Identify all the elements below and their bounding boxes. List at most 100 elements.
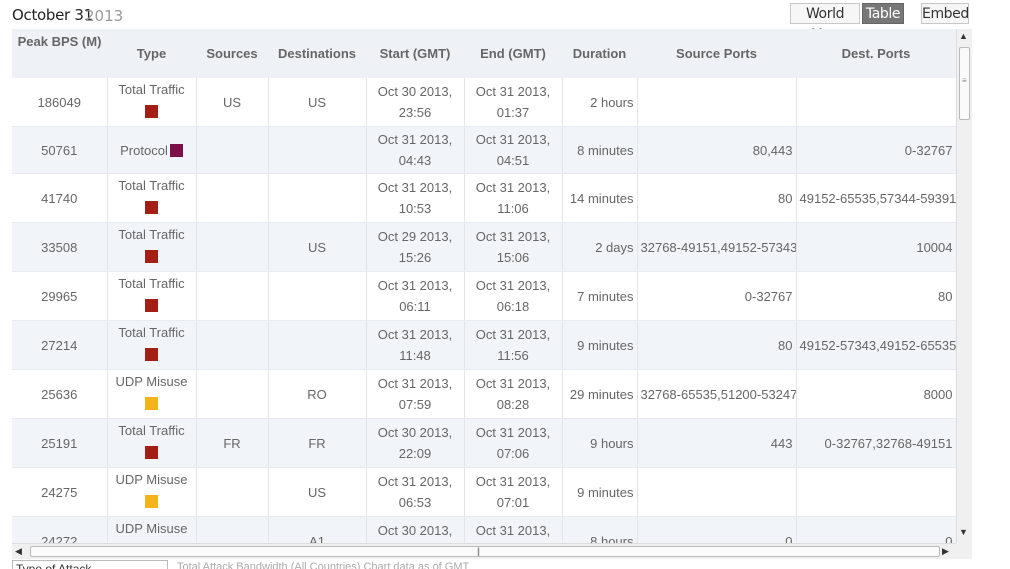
- col-header-duration[interactable]: Duration: [562, 29, 637, 78]
- cell-start: Oct 30 2013,23:03: [366, 516, 465, 543]
- cell-dest-ports: [796, 78, 956, 127]
- scroll-right-arrow-icon[interactable]: ▶: [942, 546, 949, 557]
- world-map-button[interactable]: World Map: [790, 3, 860, 43]
- cell-peak-bps: 25636: [12, 369, 108, 419]
- horizontal-scroll-thumb[interactable]: |||: [30, 546, 940, 557]
- cell-dest-ports: [796, 467, 956, 517]
- embed-button[interactable]: Embed: [921, 3, 969, 24]
- table-row[interactable]: 41740 Total Traffic Oct 31 2013, 10:53 Oct 3…: [12, 173, 956, 223]
- cell-destinations: FR: [268, 418, 367, 468]
- cell-type: Protocol: [107, 126, 197, 174]
- col-header-start[interactable]: Start (GMT): [366, 29, 464, 78]
- table-row[interactable]: 25191 Total Traffic FR FR Oct 30 2013, 22:09 O…: [12, 418, 956, 468]
- scroll-left-arrow-icon[interactable]: ◀: [15, 546, 22, 557]
- cell-peak-bps: 24272: [12, 516, 108, 543]
- type-color-swatch: [145, 298, 158, 312]
- header-bar: October 31 2013 World Map Table Embed: [0, 0, 1010, 43]
- cell-duration: 8 hours: [562, 516, 638, 543]
- cell-source-ports: 80: [637, 320, 797, 370]
- cell-type: Total Traffic: [107, 78, 197, 127]
- type-label: UDP Misuse: [115, 521, 188, 536]
- cell-duration: 2 hours: [562, 78, 638, 127]
- table-row[interactable]: 29965 Total Traffic Oct 31 2013, 06:11 Oct 3…: [12, 271, 956, 321]
- footer-bar: Type of Attack Total Attack Bandwidth (A…: [12, 560, 1002, 569]
- cell-end: Oct 31 2013, 15:06: [464, 222, 563, 272]
- cell-type: UDP Misuse: [107, 369, 197, 419]
- table-row[interactable]: 186049 Total Traffic US US Oct 30 2013, 23:56…: [12, 78, 956, 127]
- cell-destinations: US: [268, 222, 367, 272]
- type-color-swatch: [145, 200, 158, 214]
- cell-end: Oct 31 2013, 04:51: [464, 126, 563, 174]
- horizontal-scrollbar[interactable]: ◀ ||| ▶: [12, 543, 956, 559]
- cell-peak-bps: 50761: [12, 126, 108, 174]
- cell-start: Oct 31 2013, 07:59: [366, 369, 465, 419]
- cell-source-ports: 32768-49151,49152-57343: [637, 222, 797, 272]
- table-row[interactable]: 33508 Total Traffic US Oct 29 2013, 15:26 Oct…: [12, 222, 956, 272]
- type-color-swatch: [169, 143, 183, 157]
- type-color-swatch: [145, 249, 158, 263]
- cell-sources: [196, 369, 269, 419]
- cell-start: Oct 30 2013, 22:09: [366, 418, 465, 468]
- cell-start: Oct 31 2013, 04:43: [366, 126, 465, 174]
- cell-type: Total Traffic: [107, 173, 197, 223]
- cell-type: Total Traffic: [107, 222, 197, 272]
- type-label: UDP Misuse: [115, 374, 188, 389]
- table-row[interactable]: 24272 UDP Misuse A1Oct 30 2013,23:03Oct 31…: [12, 516, 956, 543]
- table-row[interactable]: 25636 UDP Misuse RO Oct 31 2013, 07:59 Oct 31…: [12, 369, 956, 419]
- cell-duration: 2 days: [562, 222, 638, 272]
- cell-start: Oct 31 2013, 11:48: [366, 320, 465, 370]
- type-color-swatch: [145, 347, 158, 361]
- attack-type-select[interactable]: Type of Attack: [12, 560, 168, 569]
- type-color-swatch: [145, 104, 158, 118]
- col-header-source-ports[interactable]: Source Ports: [637, 29, 796, 78]
- col-header-destinations[interactable]: Destinations: [268, 29, 366, 78]
- cell-duration: 9 minutes: [562, 467, 638, 517]
- col-header-type[interactable]: Type: [107, 29, 196, 78]
- col-header-dest-ports[interactable]: Dest. Ports: [796, 29, 956, 78]
- cell-destinations: [268, 320, 367, 370]
- vertical-scroll-thumb[interactable]: ≡: [959, 47, 970, 120]
- table-row[interactable]: 24275 UDP Misuse US Oct 31 2013, 06:53 Oct 31…: [12, 467, 956, 517]
- cell-type: UDP Misuse: [107, 516, 197, 543]
- table-header-row: Peak BPS (M) Type Sources Destinations S…: [12, 29, 956, 78]
- table-body: 186049 Total Traffic US US Oct 30 2013, 23:56…: [12, 78, 956, 543]
- scroll-up-arrow-icon[interactable]: ▲: [959, 31, 968, 41]
- attack-table: Peak BPS (M) Type Sources Destinations S…: [12, 29, 956, 543]
- type-color-swatch: [145, 445, 158, 459]
- cell-start: Oct 29 2013, 15:26: [366, 222, 465, 272]
- table-button[interactable]: Table: [862, 3, 904, 24]
- vertical-scrollbar[interactable]: ▲ ≡ ▼: [956, 29, 972, 543]
- cell-sources: [196, 222, 269, 272]
- col-header-end[interactable]: End (GMT): [464, 29, 562, 78]
- cell-dest-ports: 0-32767,32768-49151: [796, 418, 956, 468]
- cell-type: Total Traffic: [107, 320, 197, 370]
- cell-sources: [196, 467, 269, 517]
- table-row[interactable]: 50761 Protocol Oct 31 2013, 04:43 Oct 31 201…: [12, 126, 956, 174]
- col-header-sources[interactable]: Sources: [196, 29, 268, 78]
- cell-destinations: [268, 271, 367, 321]
- cell-end: Oct 31 2013, 07:01: [464, 467, 563, 517]
- cell-dest-ports: 49152-65535,57344-59391: [796, 173, 956, 223]
- cell-peak-bps: 25191: [12, 418, 108, 468]
- col-header-peak-bps[interactable]: Peak BPS (M): [12, 29, 107, 78]
- date-title: October 31: [12, 6, 93, 24]
- type-label: Total Traffic: [118, 276, 185, 291]
- scroll-down-arrow-icon[interactable]: ▼: [959, 527, 968, 537]
- cell-start: Oct 31 2013, 06:53: [366, 467, 465, 517]
- cell-source-ports: 0-32767: [637, 271, 797, 321]
- cell-peak-bps: 29965: [12, 271, 108, 321]
- table-row[interactable]: 27214 Total Traffic Oct 31 2013, 11:48 Oct 3…: [12, 320, 956, 370]
- cell-duration: 14 minutes: [562, 173, 638, 223]
- cell-peak-bps: 186049: [12, 78, 108, 127]
- cell-end: Oct 31 2013, 06:18: [464, 271, 563, 321]
- attack-table-panel: Peak BPS (M) Type Sources Destinations S…: [12, 29, 972, 559]
- cell-type: Total Traffic: [107, 271, 197, 321]
- cell-type: Total Traffic: [107, 418, 197, 468]
- type-color-swatch: [145, 494, 158, 508]
- cell-peak-bps: 41740: [12, 173, 108, 223]
- cell-sources: [196, 126, 269, 174]
- type-label: Total Traffic: [118, 423, 185, 438]
- grip-icon: |||: [477, 546, 480, 556]
- cell-duration: 8 minutes: [562, 126, 638, 174]
- footer-note: Total Attack Bandwidth (All Countries) C…: [177, 561, 470, 569]
